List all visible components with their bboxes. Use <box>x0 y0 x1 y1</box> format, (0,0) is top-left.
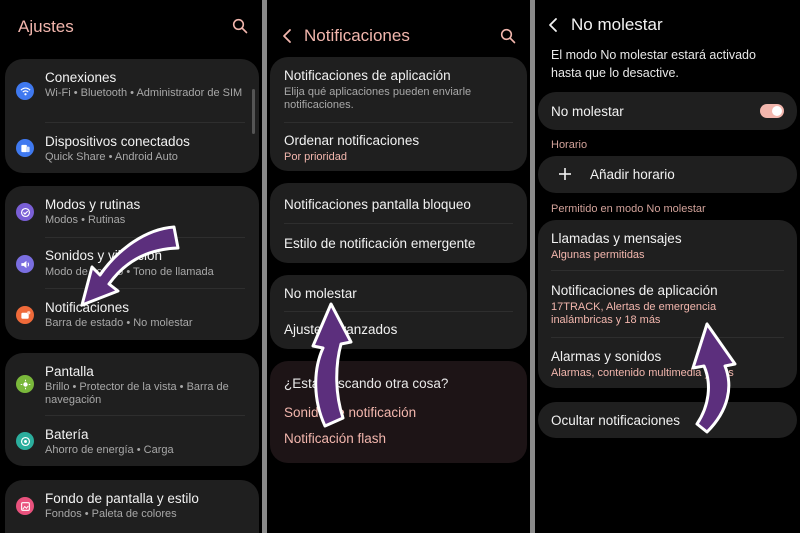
item-title: Notificaciones de aplicación <box>284 68 451 83</box>
item-subtitle: Brillo • Protector de la vista • Barra d… <box>45 381 229 406</box>
search-icon[interactable] <box>232 18 248 34</box>
settings-item-notificaciones[interactable]: Notificaciones Barra de estado • No mole… <box>5 289 259 340</box>
item-title: Notificaciones pantalla bloqueo <box>284 197 471 212</box>
item-title: Fondo de pantalla y estilo <box>45 491 199 506</box>
notificaciones-header: Notificaciones <box>267 0 530 50</box>
settings-item-dispositivos[interactable]: Dispositivos conectados Quick Share • An… <box>5 123 259 173</box>
settings-item-hide-notifications[interactable]: Ocultar notificaciones <box>538 402 797 438</box>
dnd-toggle-card: No molestar <box>538 92 797 130</box>
sound-icon <box>16 255 34 273</box>
item-title: Pantalla <box>45 364 94 379</box>
settings-item-ordenar[interactable]: Ordenar notificaciones Por prioridad <box>270 123 527 171</box>
display-card: Pantalla Brillo • Protector de la vista … <box>5 353 259 466</box>
item-subtitle: Elija qué aplicaciones pueden enviarle n… <box>284 86 472 111</box>
settings-item-popup-style[interactable]: Estilo de notificación emergente <box>270 224 527 263</box>
settings-item-lockscreen[interactable]: Notificaciones pantalla bloqueo <box>270 183 527 223</box>
item-subtitle: Modos • Rutinas <box>45 214 126 226</box>
ajustes-screen: Ajustes Conexiones Wi-Fi • Bluetooth • A… <box>0 0 262 533</box>
link-flash-notification[interactable]: Notificación flash <box>284 431 386 446</box>
item-subtitle: Algunas permitidas <box>551 249 645 261</box>
item-subtitle: Quick Share • Android Auto <box>45 151 178 163</box>
item-title: Sonidos y vibración <box>45 248 163 263</box>
notifications-icon <box>16 306 34 324</box>
item-subtitle: Modo de sonido • Tono de llamada <box>45 266 214 278</box>
item-title: Alarmas y sonidos <box>551 349 662 364</box>
back-icon[interactable] <box>547 17 561 33</box>
wallpaper-card: Fondo de pantalla y estilo Fondos • Pale… <box>5 480 259 533</box>
settings-item-conexiones[interactable]: Conexiones Wi-Fi • Bluetooth • Administr… <box>5 59 259 121</box>
item-title: Ordenar notificaciones <box>284 133 420 148</box>
item-title: Estilo de notificación emergente <box>284 236 476 251</box>
app-notifications-card: Notificaciones de aplicación Elija qué a… <box>270 57 527 171</box>
item-title: Ajustes avanzados <box>284 322 398 337</box>
dnd-toggle[interactable] <box>760 104 784 118</box>
section-label-horario: Horario <box>551 139 588 151</box>
back-icon[interactable] <box>281 28 295 44</box>
item-title: Notificaciones de aplicación <box>551 283 718 298</box>
item-title: No molestar <box>284 286 357 301</box>
modes-icon <box>16 203 34 221</box>
settings-item-fondo[interactable]: Fondo de pantalla y estilo Fondos • Pale… <box>5 480 259 530</box>
plus-icon <box>559 168 571 180</box>
item-title: Dispositivos conectados <box>45 134 190 149</box>
add-schedule-button[interactable]: Añadir horario <box>538 156 797 193</box>
settings-item-advanced[interactable]: Ajustes avanzados <box>270 312 527 349</box>
item-subtitle: Ahorro de energía • Carga <box>45 444 174 456</box>
looking-title: ¿Está buscando otra cosa? <box>284 376 449 391</box>
search-icon[interactable] <box>500 28 516 44</box>
settings-item-alarms-sounds[interactable]: Alarmas y sonidos Alarmas, contenido mul… <box>538 338 797 388</box>
no-molestar-screen: No molestar El modo No molestar estará a… <box>535 0 800 533</box>
link-notification-sound[interactable]: Sonido de notificación <box>284 405 416 420</box>
wallpaper-icon <box>16 497 34 515</box>
battery-icon <box>16 432 34 450</box>
item-subtitle: Wi-Fi • Bluetooth • Administrador de SIM <box>45 87 243 99</box>
settings-item-pantalla[interactable]: Pantalla Brillo • Protector de la vista … <box>5 353 259 415</box>
toggle-knob <box>772 106 782 116</box>
item-subtitle: Fondos • Paleta de colores <box>45 508 177 520</box>
hide-notifications-card: Ocultar notificaciones <box>538 402 797 438</box>
item-title: Batería <box>45 427 89 442</box>
dnd-toggle-label: No molestar <box>551 104 624 119</box>
settings-item-sonidos[interactable]: Sonidos y vibración Modo de sonido • Ton… <box>5 238 259 288</box>
display-icon <box>16 375 34 393</box>
item-subtitle: Barra de estado • No molestar <box>45 317 193 329</box>
lockscreen-card: Notificaciones pantalla bloqueo Estilo d… <box>270 183 527 263</box>
no-molestar-header: No molestar <box>535 0 800 50</box>
add-schedule-label: Añadir horario <box>590 167 675 182</box>
item-title: Conexiones <box>45 70 117 85</box>
section-label-permitido: Permitido en modo No molestar <box>551 203 706 215</box>
connections-card: Conexiones Wi-Fi • Bluetooth • Administr… <box>5 59 259 173</box>
wifi-icon <box>16 82 34 100</box>
page-title: Notificaciones <box>304 26 410 45</box>
item-subtitle: Alarmas, contenido multimedia y más <box>551 367 734 379</box>
settings-item-modos[interactable]: Modos y rutinas Modos • Rutinas <box>5 186 259 237</box>
devices-icon <box>16 139 34 157</box>
item-title: Llamadas y mensajes <box>551 231 682 246</box>
item-title: Ocultar notificaciones <box>551 413 681 428</box>
settings-item-app-notifications[interactable]: Notificaciones de aplicación Elija qué a… <box>270 57 527 122</box>
dnd-card: No molestar Ajustes avanzados <box>270 275 527 349</box>
notificaciones-screen: Notificaciones Notificaciones de aplicac… <box>267 0 530 533</box>
page-title: Ajustes <box>18 17 74 36</box>
page-title: No molestar <box>571 15 663 34</box>
item-subtitle: 17TRACK, Alertas de emergencia inalámbri… <box>551 301 717 326</box>
looking-for-card: ¿Está buscando otra cosa? Sonido de noti… <box>270 361 527 463</box>
ajustes-header: Ajustes <box>0 0 262 50</box>
dnd-description: El modo No molestar estará activado hast… <box>551 48 756 80</box>
settings-item-bateria[interactable]: Batería Ahorro de energía • Carga <box>5 416 259 466</box>
settings-item-calls-messages[interactable]: Llamadas y mensajes Algunas permitidas <box>538 220 797 268</box>
item-title: Notificaciones <box>45 300 130 315</box>
schedule-card: Añadir horario <box>538 156 797 193</box>
scrollbar[interactable] <box>252 89 255 134</box>
allowed-card: Llamadas y mensajes Algunas permitidas N… <box>538 220 797 388</box>
settings-item-no-molestar[interactable]: No molestar <box>270 275 527 311</box>
settings-item-app-notifications[interactable]: Notificaciones de aplicación 17TRACK, Al… <box>538 271 797 337</box>
item-title: Modos y rutinas <box>45 197 141 212</box>
screens: Ajustes Conexiones Wi-Fi • Bluetooth • A… <box>0 0 800 533</box>
item-subtitle: Por prioridad <box>284 151 347 163</box>
modes-card: Modos y rutinas Modos • Rutinas Sonidos … <box>5 186 259 340</box>
